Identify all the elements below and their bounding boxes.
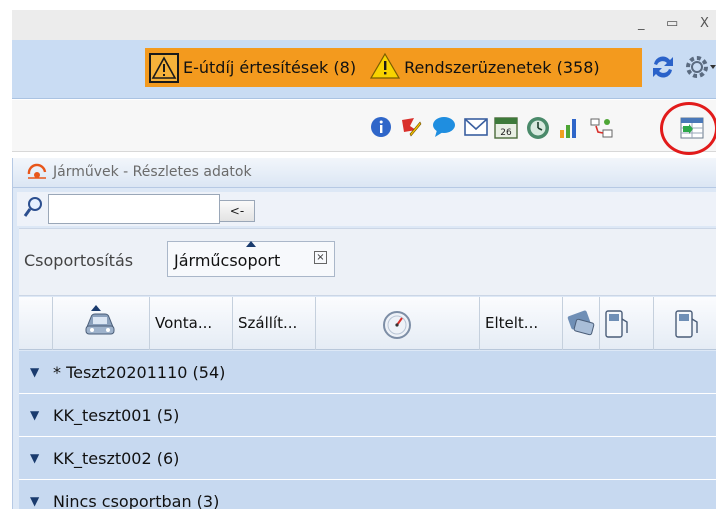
stopwatch-icon (381, 309, 413, 345)
chevron-down-icon[interactable]: ▼ (30, 408, 39, 422)
info-icon[interactable] (370, 116, 392, 138)
column-header-row: Vonta... Szállít... Eltelt... (19, 297, 716, 350)
search-row: <- (17, 192, 716, 226)
group-label: Nincs csoportban (3) (53, 492, 220, 509)
chevron-down-icon[interactable]: ▼ (30, 494, 39, 508)
window-titlebar: _ ▭ X (12, 10, 716, 40)
column-time[interactable] (316, 297, 480, 350)
highlight-circle (660, 102, 716, 155)
group-label: KK_teszt002 (6) (53, 449, 180, 468)
search-icon (23, 196, 43, 222)
group-row[interactable]: ▼ KK_teszt001 (5) (19, 394, 716, 437)
car-icon (83, 309, 117, 343)
system-messages-button[interactable]: Rendszerüzenetek (358) (366, 48, 604, 87)
sort-arrow-icon (246, 241, 256, 247)
fuel-pump-icon (673, 309, 701, 343)
column-towing-label: Vonta... (155, 314, 213, 332)
column-shipping[interactable]: Szállít... (233, 297, 316, 350)
column-expander (19, 297, 53, 350)
vehicles-panel: Járművek - Részletes adatok <- Csoportos… (12, 158, 716, 509)
group-row[interactable]: ▼ * Teszt20201110 (54) (19, 351, 716, 394)
column-vehicle[interactable] (53, 297, 150, 350)
chevron-down-icon[interactable]: ▼ (30, 365, 39, 379)
chat-bubble-icon[interactable] (432, 116, 455, 138)
route-icon[interactable] (590, 116, 613, 138)
group-row[interactable]: ▼ Nincs csoportban (3) (19, 480, 716, 509)
minimize-button[interactable]: _ (638, 16, 645, 31)
grouping-label: Csoportosítás (24, 251, 134, 270)
calendar-icon[interactable]: 26 (494, 116, 518, 139)
toll-notifications-label: E-útdíj értesítések (8) (183, 58, 357, 77)
fuel-pump-icon (603, 309, 631, 343)
flag-pen-icon[interactable] (400, 116, 422, 138)
group-label: * Teszt20201110 (54) (53, 363, 226, 382)
column-elapsed[interactable]: Eltelt... (480, 297, 563, 350)
clock-icon[interactable] (526, 116, 549, 139)
toll-warning-icon (149, 52, 179, 83)
panel-title: Járművek - Részletes adatok (53, 164, 252, 180)
grouping-chip[interactable]: Járműcsoport × (167, 241, 335, 277)
column-fuel-card[interactable] (563, 297, 600, 350)
svg-text:26: 26 (500, 128, 512, 138)
app-logo-icon (26, 163, 48, 187)
chevron-down-icon[interactable]: ▼ (30, 451, 39, 465)
column-fuel-2[interactable] (654, 297, 716, 350)
column-towing[interactable]: Vonta... (150, 297, 233, 350)
search-clear-button[interactable]: <- (219, 200, 255, 222)
system-warning-icon (370, 52, 401, 84)
toll-notifications-button[interactable]: E-útdíj értesítések (8) (145, 48, 360, 87)
group-list: ▼ * Teszt20201110 (54) ▼ KK_teszt001 (5)… (19, 351, 716, 509)
bar-chart-icon[interactable] (558, 116, 580, 138)
mail-icon[interactable] (464, 116, 488, 138)
fuel-card-icon (566, 309, 596, 343)
toolbar: 26 (12, 100, 716, 152)
maximize-button[interactable]: ▭ (666, 16, 678, 31)
notification-bar: E-útdíj értesítések (8) Rendszerüzenetek… (12, 40, 716, 99)
group-label: KK_teszt001 (5) (53, 406, 180, 425)
group-row[interactable]: ▼ KK_teszt002 (6) (19, 437, 716, 480)
gear-icon[interactable] (682, 50, 716, 88)
refresh-icon[interactable] (649, 52, 677, 86)
grouping-chip-label: Járműcsoport (174, 251, 281, 270)
chip-close-icon[interactable]: × (314, 251, 327, 264)
notification-strip: E-útdíj értesítések (8) Rendszerüzenetek… (145, 48, 642, 87)
column-shipping-label: Szállít... (238, 314, 298, 332)
column-elapsed-label: Eltelt... (485, 314, 539, 332)
system-messages-label: Rendszerüzenetek (358) (404, 58, 600, 77)
column-fuel-1[interactable] (600, 297, 654, 350)
close-button[interactable]: X (700, 16, 709, 31)
search-input[interactable] (48, 194, 220, 224)
panel-header: Járművek - Részletes adatok (13, 158, 716, 188)
grouping-row: Csoportosítás Járműcsoport × (19, 228, 716, 296)
